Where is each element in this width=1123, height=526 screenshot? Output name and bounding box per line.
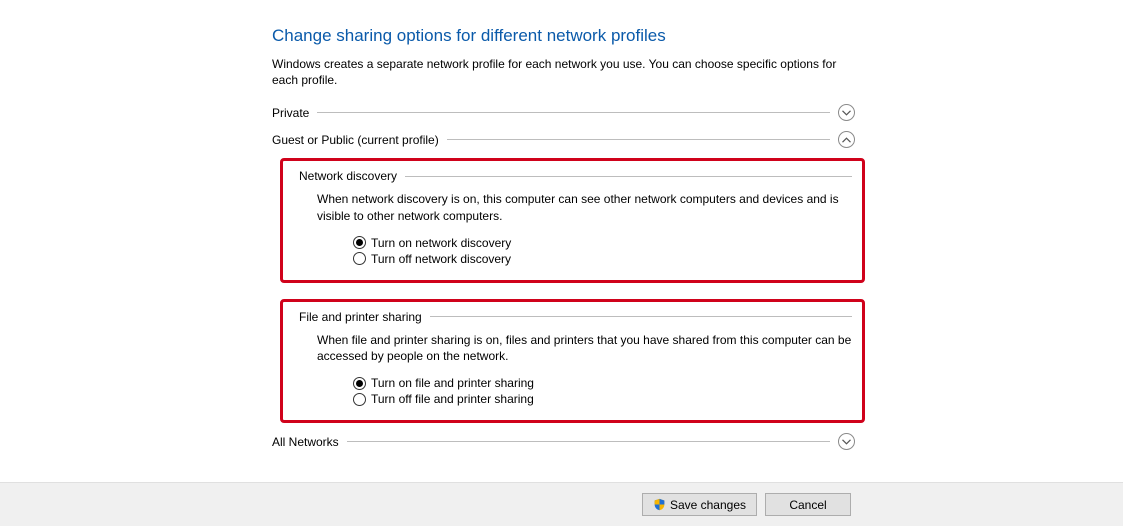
section-private-label: Private [272, 106, 309, 120]
radio-label: Turn off network discovery [371, 252, 511, 266]
footer-bar: Save changes Cancel [0, 482, 1123, 526]
network-discovery-label: Network discovery [293, 169, 397, 183]
network-discovery-group: Network discovery When network discovery… [280, 158, 865, 282]
chevron-up-icon [842, 137, 851, 143]
chevron-down-icon [842, 439, 851, 445]
radio-label: Turn on file and printer sharing [371, 376, 534, 390]
section-private[interactable]: Private [272, 104, 855, 121]
radio-network-discovery-on[interactable]: Turn on network discovery [353, 236, 852, 250]
page-intro: Windows creates a separate network profi… [272, 56, 855, 88]
expand-private-button[interactable] [838, 104, 855, 121]
file-printer-label: File and printer sharing [293, 310, 422, 324]
radio-network-discovery-off[interactable]: Turn off network discovery [353, 252, 852, 266]
radio-label: Turn on network discovery [371, 236, 511, 250]
section-all-networks[interactable]: All Networks [272, 433, 855, 450]
file-printer-header: File and printer sharing [293, 310, 852, 324]
uac-shield-icon [653, 498, 666, 511]
section-guest-public-label: Guest or Public (current profile) [272, 133, 439, 147]
save-changes-button[interactable]: Save changes [642, 493, 757, 516]
section-all-networks-label: All Networks [272, 435, 339, 449]
section-guest-public[interactable]: Guest or Public (current profile) [272, 131, 855, 148]
file-printer-sharing-group: File and printer sharing When file and p… [280, 299, 865, 423]
radio-icon [353, 252, 366, 265]
cancel-button[interactable]: Cancel [765, 493, 851, 516]
radio-icon [353, 393, 366, 406]
file-printer-description: When file and printer sharing is on, fil… [317, 332, 852, 364]
radio-icon [353, 377, 366, 390]
radio-icon [353, 236, 366, 249]
network-discovery-description: When network discovery is on, this compu… [317, 191, 852, 223]
divider [447, 139, 830, 140]
radio-file-printer-off[interactable]: Turn off file and printer sharing [353, 392, 852, 406]
divider [430, 316, 852, 317]
radio-label: Turn off file and printer sharing [371, 392, 534, 406]
expand-all-networks-button[interactable] [838, 433, 855, 450]
spacer [272, 293, 855, 299]
cancel-label: Cancel [789, 498, 826, 512]
radio-file-printer-on[interactable]: Turn on file and printer sharing [353, 376, 852, 390]
save-changes-label: Save changes [670, 498, 746, 512]
advanced-sharing-settings-page: Change sharing options for different net… [0, 0, 1123, 526]
content-area: Change sharing options for different net… [272, 26, 855, 460]
network-discovery-header: Network discovery [293, 169, 852, 183]
divider [317, 112, 830, 113]
collapse-guest-public-button[interactable] [838, 131, 855, 148]
divider [405, 176, 852, 177]
chevron-down-icon [842, 110, 851, 116]
page-title: Change sharing options for different net… [272, 26, 855, 46]
divider [347, 441, 830, 442]
